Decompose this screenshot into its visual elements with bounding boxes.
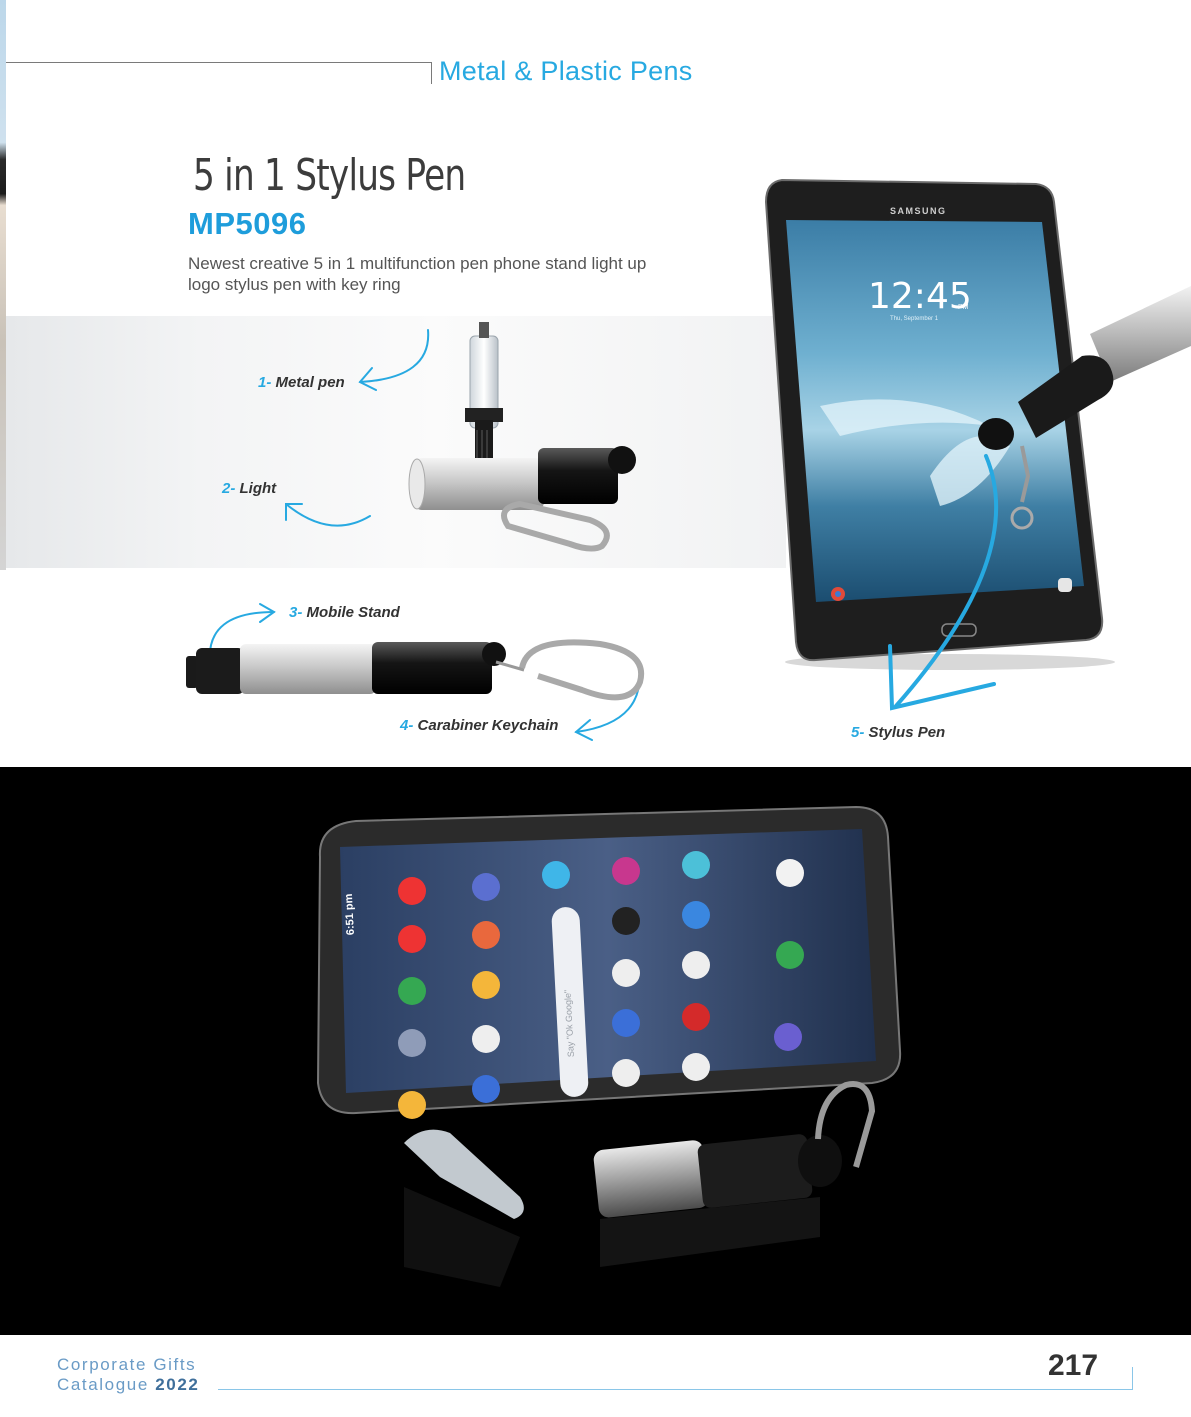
mobile-stand-pen bbox=[186, 639, 645, 701]
page-number: 217 bbox=[1048, 1349, 1099, 1382]
metal-pen-refill bbox=[465, 322, 503, 475]
carabiner-icon bbox=[501, 500, 610, 552]
tablet-illustration: SAMSUNG 12:45 PM Thu, September 1 bbox=[764, 178, 1191, 711]
feature-label-light: 2- Light bbox=[222, 480, 277, 497]
footer-rule-tick bbox=[1132, 1367, 1133, 1390]
feature-label-metal-pen: 1- Metal pen bbox=[258, 374, 345, 391]
tablet-date: Thu, September 1 bbox=[890, 316, 939, 322]
footer-rule bbox=[218, 1389, 1133, 1390]
lifestyle-photo: Say "Ok Google" 6:51 pm bbox=[0, 767, 1191, 1335]
feature-label-stylus-pen: 5- Stylus Pen bbox=[851, 724, 946, 741]
tablet-clock: 12:45 bbox=[868, 276, 972, 317]
tablet-ampm: PM bbox=[958, 304, 969, 311]
feature-label-mobile-stand: 3- Mobile Stand bbox=[289, 604, 400, 621]
lifestyle-photo-illustration: Say "Ok Google" 6:51 pm bbox=[316, 805, 902, 1287]
pen-on-table bbox=[404, 1081, 876, 1287]
footer-catalogue-subtitle: Catalogue 2022 bbox=[57, 1375, 200, 1394]
tablet-brand: SAMSUNG bbox=[890, 206, 947, 216]
footer-year: 2022 bbox=[155, 1375, 200, 1394]
feature-label-carabiner-keychain: 4- Carabiner Keychain bbox=[400, 717, 559, 734]
phone-status-time: 6:51 pm bbox=[343, 893, 357, 935]
light-pen-body bbox=[408, 446, 636, 510]
product-photo-illustration bbox=[186, 322, 645, 741]
camera-app-icon bbox=[1058, 578, 1072, 592]
footer-catalogue-title: Corporate Gifts bbox=[57, 1355, 197, 1374]
